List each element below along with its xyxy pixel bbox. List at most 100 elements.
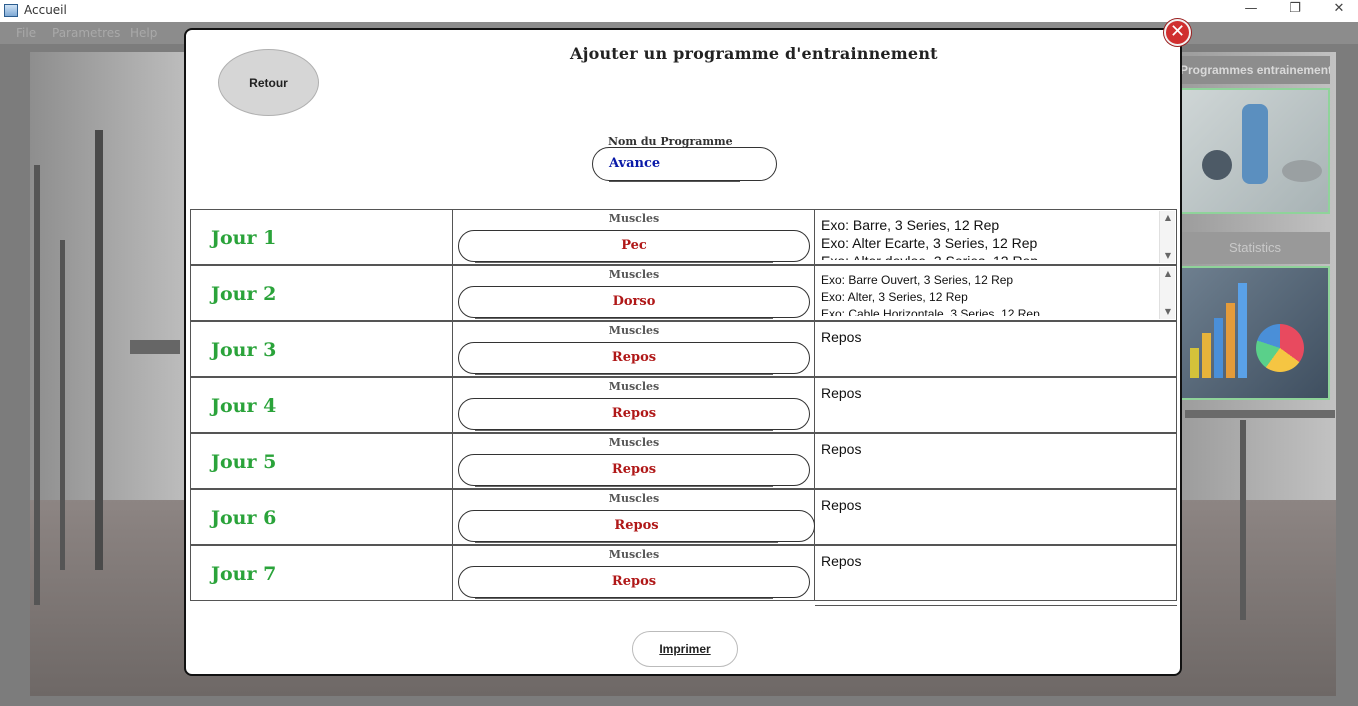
statistics-panel-title: Statistics: [1180, 232, 1330, 264]
muscles-label: Muscles: [608, 324, 660, 337]
exercises-cell[interactable]: Exo: Barre Ouvert, 3 Series, 12 Rep Exo:…: [815, 265, 1177, 321]
day-cell: Jour 2: [190, 265, 453, 321]
exercises-cell[interactable]: Repos: [815, 489, 1177, 545]
exercise-line: Exo: Alter, 3 Series, 12 Rep: [821, 290, 968, 304]
gym-equipment: [60, 240, 65, 570]
exercise-line: Exo: Alter Ecarte, 3 Series, 12 Rep: [821, 235, 1038, 251]
weight-plate-icon: [1282, 160, 1322, 182]
day-label: Jour 6: [211, 507, 277, 529]
muscles-cell: Muscles Repos: [453, 545, 815, 601]
muscles-cell: Muscles Pec: [453, 209, 815, 265]
exercises-textarea[interactable]: Repos: [821, 384, 1154, 402]
exercises-cell[interactable]: Repos: [815, 545, 1177, 601]
table-row: Jour 7 Muscles Repos Repos: [190, 545, 1178, 601]
chevron-down-icon[interactable]: ▼: [1160, 250, 1176, 262]
exercises-textarea[interactable]: Repos: [821, 328, 1154, 346]
muscles-input[interactable]: Repos: [458, 454, 810, 487]
muscles-input[interactable]: Repos: [458, 510, 815, 543]
chart-bar-icon: [1190, 348, 1199, 378]
day-label: Jour 5: [211, 451, 277, 473]
scrollbar[interactable]: ▲ ▼: [1159, 267, 1175, 319]
exercises-cell[interactable]: Repos: [815, 433, 1177, 489]
table-row: Jour 4 Muscles Repos Repos: [190, 377, 1178, 433]
exercises-textarea[interactable]: Exo: Barre, 3 Series, 12 Rep Exo: Alter …: [821, 216, 1154, 260]
day-label: Jour 2: [211, 283, 277, 305]
gym-equipment: [1185, 410, 1335, 418]
muscles-label: Muscles: [608, 492, 660, 505]
exercise-line: Exo: Barre Ouvert, 3 Series, 12 Rep: [821, 273, 1014, 287]
muscles-input[interactable]: Pec: [458, 230, 810, 263]
muscles-cell: Muscles Repos: [453, 377, 815, 433]
muscles-input[interactable]: Repos: [458, 342, 810, 375]
menu-file[interactable]: File: [16, 26, 36, 40]
exercise-line: Exo: Barre, 3 Series, 12 Rep: [821, 217, 1000, 233]
programs-tile[interactable]: [1180, 88, 1330, 214]
minimize-button[interactable]: —: [1228, 0, 1274, 22]
muscles-input[interactable]: Repos: [458, 398, 810, 431]
chevron-up-icon[interactable]: ▲: [1160, 212, 1176, 224]
window-close-button[interactable]: ✕: [1316, 0, 1358, 22]
muscles-label: Muscles: [608, 436, 660, 449]
day-label: Jour 1: [211, 227, 277, 249]
exercises-textarea[interactable]: Repos: [821, 552, 1154, 570]
day-label: Jour 3: [211, 339, 277, 361]
exercises-cell[interactable]: Exo: Barre, 3 Series, 12 Rep Exo: Alter …: [815, 209, 1177, 265]
add-program-dialog: Ajouter un programme d'entrainnement Ret…: [184, 28, 1182, 676]
muscles-label: Muscles: [608, 268, 660, 281]
table-row: Jour 3 Muscles Repos Repos: [190, 321, 1178, 377]
menu-help[interactable]: Help: [130, 26, 157, 40]
app-icon: [4, 4, 18, 17]
exercise-line: Exo: Alter devloe, 3 Series, 12 Rep: [821, 252, 1154, 260]
muscles-cell: Muscles Repos: [453, 433, 815, 489]
muscles-input[interactable]: Repos: [458, 566, 810, 599]
chart-bar-icon: [1202, 333, 1211, 378]
program-name-input[interactable]: Avance: [592, 147, 777, 182]
muscles-label: Muscles: [608, 548, 660, 561]
window-title: Accueil: [24, 3, 67, 17]
water-bottle-icon: [1242, 104, 1268, 184]
table-row: Jour 1 Muscles Pec Exo: Barre, 3 Series,…: [190, 209, 1178, 265]
day-cell: Jour 4: [190, 377, 453, 433]
exercises-textarea[interactable]: Repos: [821, 440, 1154, 458]
exercises-cell[interactable]: Repos: [815, 377, 1177, 433]
day-cell: Jour 7: [190, 545, 453, 601]
exercises-textarea[interactable]: Exo: Barre Ouvert, 3 Series, 12 Rep Exo:…: [821, 272, 1154, 316]
day-label: Jour 4: [211, 395, 277, 417]
muscles-cell: Muscles Repos: [453, 489, 815, 545]
muscles-cell: Muscles Dorso: [453, 265, 815, 321]
gym-equipment: [95, 130, 103, 570]
menu-parametres[interactable]: Parametres: [52, 26, 120, 40]
statistics-tile[interactable]: [1180, 266, 1330, 400]
chart-bar-icon: [1214, 318, 1223, 378]
chevron-down-icon[interactable]: ▼: [1160, 306, 1176, 318]
muscles-label: Muscles: [608, 212, 660, 225]
muscles-label: Muscles: [608, 380, 660, 393]
day-cell: Jour 3: [190, 321, 453, 377]
table-row: Jour 6 Muscles Repos Repos: [190, 489, 1178, 545]
exercises-textarea[interactable]: Repos: [821, 496, 1154, 514]
window-titlebar: Accueil — ❐ ✕: [0, 0, 1358, 22]
pie-chart-icon: [1256, 324, 1304, 372]
chevron-up-icon[interactable]: ▲: [1160, 268, 1176, 280]
day-cell: Jour 1: [190, 209, 453, 265]
dialog-title: Ajouter un programme d'entrainnement: [570, 44, 938, 63]
day-cell: Jour 6: [190, 489, 453, 545]
muscles-input[interactable]: Dorso: [458, 286, 810, 319]
muscles-cell: Muscles Repos: [453, 321, 815, 377]
back-button[interactable]: Retour: [218, 49, 319, 116]
scrollbar[interactable]: ▲ ▼: [1159, 211, 1175, 263]
programs-panel-title: Programmes entrainement: [1180, 56, 1330, 84]
day-label: Jour 7: [211, 563, 277, 585]
divider: [815, 605, 1177, 606]
chart-bar-icon: [1238, 283, 1247, 378]
gym-equipment: [34, 165, 40, 605]
restore-button[interactable]: ❐: [1272, 0, 1318, 22]
exercise-line: Exo: Cable Horizontale, 3 Series, 12 Rep: [821, 307, 1040, 316]
close-icon[interactable]: ✕: [1164, 19, 1191, 46]
dumbbell-icon: [1202, 150, 1232, 180]
day-cell: Jour 5: [190, 433, 453, 489]
print-button[interactable]: Imprimer: [632, 631, 738, 667]
table-row: Jour 5 Muscles Repos Repos: [190, 433, 1178, 489]
exercises-cell[interactable]: Repos: [815, 321, 1177, 377]
gym-equipment: [130, 340, 180, 354]
